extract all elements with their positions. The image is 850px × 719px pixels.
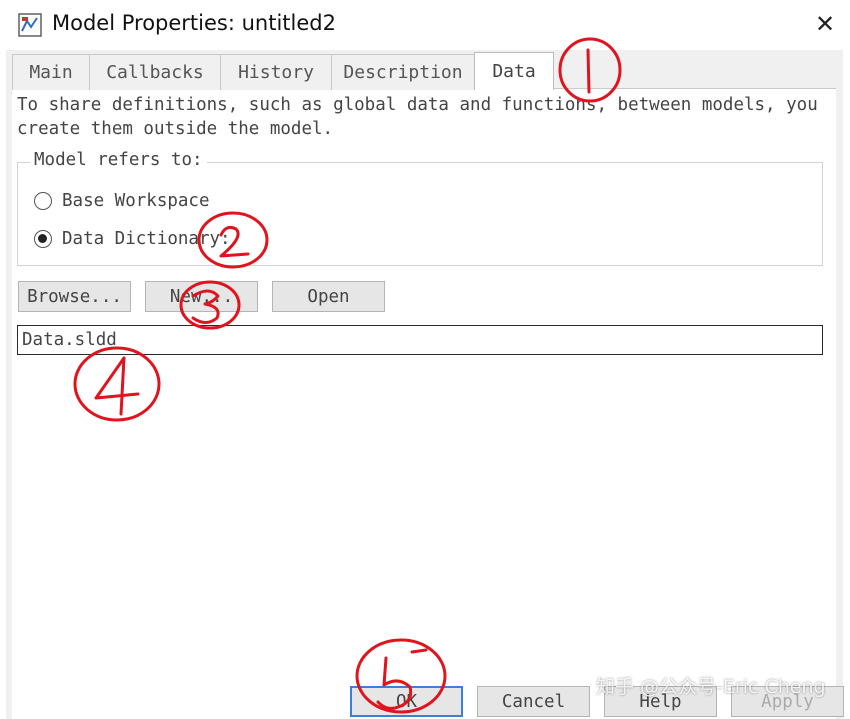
tab-data[interactable]: Data <box>474 52 554 90</box>
tab-data-label: Data <box>492 61 536 82</box>
tab-main[interactable]: Main <box>12 54 90 90</box>
data-dictionary-radio[interactable] <box>34 230 52 248</box>
tab-history[interactable]: History <box>220 54 332 90</box>
model-refers-to-group: Model refers to: Base Workspace Data Dic… <box>17 150 823 266</box>
base-workspace-label: Base Workspace <box>62 191 210 211</box>
simulink-model-icon <box>18 13 42 37</box>
base-workspace-option[interactable]: Base Workspace <box>34 191 210 211</box>
browse-button[interactable]: Browse... <box>18 281 131 312</box>
title-bar: Model Properties: untitled2 ✕ <box>0 0 850 50</box>
tab-history-label: History <box>238 62 314 83</box>
tab-main-label: Main <box>29 62 73 83</box>
open-button[interactable]: Open <box>272 281 385 312</box>
tab-callbacks-label: Callbacks <box>106 62 204 83</box>
info-text-line-1: To share definitions, such as global dat… <box>17 95 818 115</box>
data-dictionary-option[interactable]: Data Dictionary: <box>34 229 231 249</box>
watermark: 知乎 @公众号-Eric Cheng <box>596 676 826 698</box>
data-dictionary-field[interactable]: Data.sldd <box>17 325 823 355</box>
data-dictionary-label: Data Dictionary: <box>62 229 231 249</box>
data-dictionary-value: Data.sldd <box>22 330 117 350</box>
base-workspace-radio[interactable] <box>34 192 52 210</box>
info-text-line-2: create them outside the model. <box>17 119 334 139</box>
new-button[interactable]: New... <box>145 281 258 312</box>
tab-description[interactable]: Description <box>331 54 475 90</box>
ok-button[interactable]: OK <box>350 686 463 717</box>
window-title: Model Properties: untitled2 <box>52 11 336 35</box>
tab-strip: Main Callbacks History Description Data <box>12 52 554 90</box>
tab-callbacks[interactable]: Callbacks <box>89 54 221 90</box>
group-label: Model refers to: <box>30 150 207 170</box>
cancel-button[interactable]: Cancel <box>477 686 590 717</box>
tab-description-label: Description <box>343 62 463 83</box>
close-icon: ✕ <box>814 10 836 38</box>
close-button[interactable]: ✕ <box>806 6 844 42</box>
